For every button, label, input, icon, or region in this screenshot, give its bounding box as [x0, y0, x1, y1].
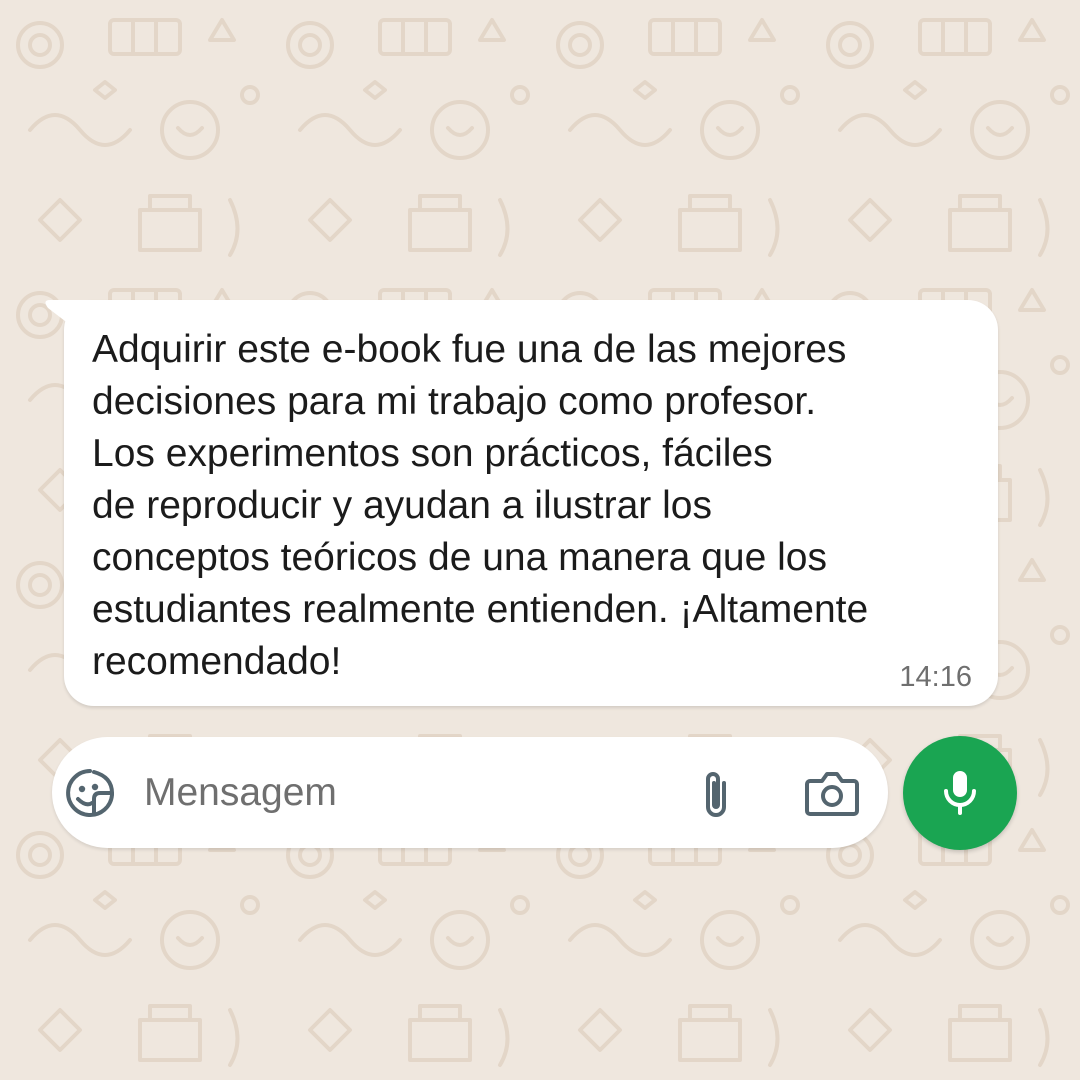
- message-timestamp: 14:16: [899, 661, 972, 693]
- incoming-message-bubble[interactable]: Adquirir este e-book fue una de las mejo…: [45, 300, 998, 706]
- camera-icon[interactable]: [804, 769, 860, 817]
- message-input[interactable]: [144, 765, 664, 821]
- microphone-icon: [944, 771, 976, 815]
- message-composer: [52, 737, 888, 848]
- sticker-icon[interactable]: [64, 767, 116, 819]
- paperclip-icon[interactable]: [696, 765, 740, 821]
- voice-message-button[interactable]: [903, 736, 1017, 850]
- message-text: Adquirir este e-book fue una de las mejo…: [92, 328, 869, 683]
